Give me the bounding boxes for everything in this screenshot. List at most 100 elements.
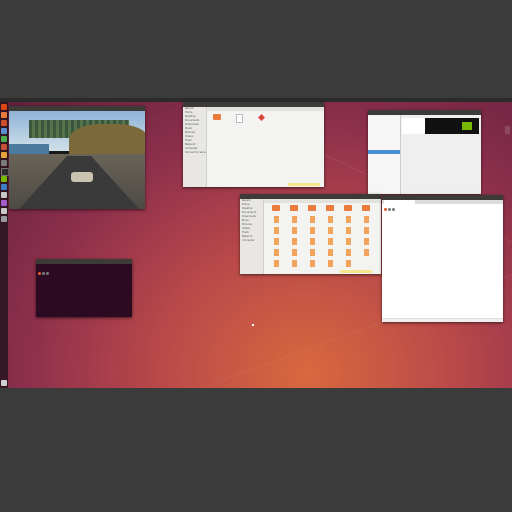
file-item[interactable] (342, 260, 354, 267)
file-item[interactable] (270, 205, 282, 211)
game-window[interactable] (9, 106, 145, 209)
launcher-files-icon[interactable] (1, 112, 7, 118)
file-item[interactable] (306, 205, 318, 211)
file-item[interactable] (288, 260, 300, 267)
file-item[interactable] (324, 238, 336, 245)
file-item[interactable] (288, 205, 300, 211)
file-icon (291, 249, 297, 256)
file-item[interactable] (324, 260, 336, 267)
desktop: Recent Home Desktop Documents Downloads Music… (0, 98, 512, 388)
file-item[interactable] (255, 114, 267, 121)
folder-icon (362, 205, 370, 211)
editor-tab[interactable] (384, 200, 415, 204)
nvidia-logo-icon (462, 122, 472, 130)
file-item[interactable] (233, 114, 245, 123)
file-item[interactable] (306, 227, 318, 234)
file-item[interactable] (306, 216, 318, 223)
file-item[interactable] (270, 216, 282, 223)
close-icon[interactable] (384, 208, 387, 211)
text-editor-window[interactable] (382, 195, 503, 322)
file-item[interactable] (270, 227, 282, 234)
file-item[interactable] (360, 249, 372, 256)
nvidia-sidebar-item[interactable] (368, 154, 400, 158)
launcher-writer-icon[interactable] (1, 128, 7, 134)
launcher-app-icon[interactable] (1, 200, 7, 206)
file-item[interactable] (342, 238, 354, 245)
launcher-drive-icon[interactable] (1, 192, 7, 198)
file-icon (327, 227, 333, 234)
terminal-window[interactable] (36, 259, 132, 317)
launcher-nvidia-icon[interactable] (1, 176, 7, 182)
file-icon (327, 216, 333, 223)
file-item[interactable] (342, 216, 354, 223)
file-icon (345, 216, 351, 223)
file-icon (345, 260, 351, 267)
file-item[interactable] (342, 205, 354, 211)
file-icon (327, 249, 333, 256)
file-item[interactable] (324, 249, 336, 256)
file-item[interactable] (270, 238, 282, 245)
file-icon (363, 227, 369, 234)
launcher (0, 102, 9, 388)
file-item[interactable] (288, 227, 300, 234)
files-window-1[interactable]: Recent Home Desktop Documents Downloads Music… (183, 102, 324, 187)
launcher-software-icon[interactable] (1, 152, 7, 158)
file-item[interactable] (324, 227, 336, 234)
file-icon (273, 216, 279, 223)
file-item[interactable] (288, 238, 300, 245)
nvidia-sidebar (368, 115, 401, 194)
launcher-search-icon[interactable] (1, 104, 7, 110)
editor-tabs (382, 200, 503, 204)
launcher-calc-icon[interactable] (1, 136, 7, 142)
terminal-window-titlebar[interactable] (36, 259, 132, 275)
file-item[interactable] (360, 238, 372, 245)
file-item[interactable] (342, 249, 354, 256)
folder-icon (326, 205, 334, 211)
sidebar-item[interactable]: Connect to Server (183, 151, 206, 155)
file-item[interactable] (288, 249, 300, 256)
close-icon[interactable] (38, 272, 41, 275)
file-item[interactable] (270, 260, 282, 267)
file-item[interactable] (342, 227, 354, 234)
file-icon (273, 249, 279, 256)
minimize-icon[interactable] (42, 272, 45, 275)
file-icon (273, 260, 279, 267)
files-window-2[interactable]: Recent Home Desktop Documents Downloads Music… (240, 194, 381, 274)
launcher-impress-icon[interactable] (1, 144, 7, 150)
file-icon (363, 249, 369, 256)
file-item[interactable] (360, 216, 372, 223)
maximize-icon[interactable] (46, 272, 49, 275)
launcher-editor-icon[interactable] (1, 184, 7, 190)
file-item[interactable] (324, 216, 336, 223)
file-icon (363, 238, 369, 245)
file-item[interactable] (288, 216, 300, 223)
file-item[interactable] (211, 114, 223, 120)
file-item[interactable] (324, 205, 336, 211)
file-item[interactable] (306, 260, 318, 267)
file-item[interactable] (270, 249, 282, 256)
launcher-terminal-icon[interactable] (1, 168, 9, 176)
files-status (340, 270, 372, 273)
folder-icon (308, 205, 316, 211)
file-item[interactable] (306, 249, 318, 256)
package-icon (257, 114, 265, 121)
file-icon (291, 260, 297, 267)
file-item[interactable] (306, 238, 318, 245)
mouse-cursor (252, 324, 254, 326)
nvidia-banner (402, 118, 479, 134)
sidebar-item[interactable]: Computer (240, 239, 263, 243)
launcher-app-icon[interactable] (1, 216, 7, 222)
launcher-workspace-icon[interactable] (1, 208, 7, 214)
file-icon (291, 238, 297, 245)
minimize-icon[interactable] (388, 208, 391, 211)
file-item[interactable] (360, 227, 372, 234)
trash-icon[interactable] (1, 380, 7, 386)
file-item[interactable] (360, 205, 372, 211)
maximize-icon[interactable] (392, 208, 395, 211)
launcher-settings-icon[interactable] (1, 160, 7, 166)
launcher-firefox-icon[interactable] (1, 120, 7, 126)
file-icon (345, 238, 351, 245)
nvidia-settings-window[interactable] (368, 110, 481, 194)
file-icon (291, 227, 297, 234)
workspace-indicator[interactable] (505, 126, 510, 134)
